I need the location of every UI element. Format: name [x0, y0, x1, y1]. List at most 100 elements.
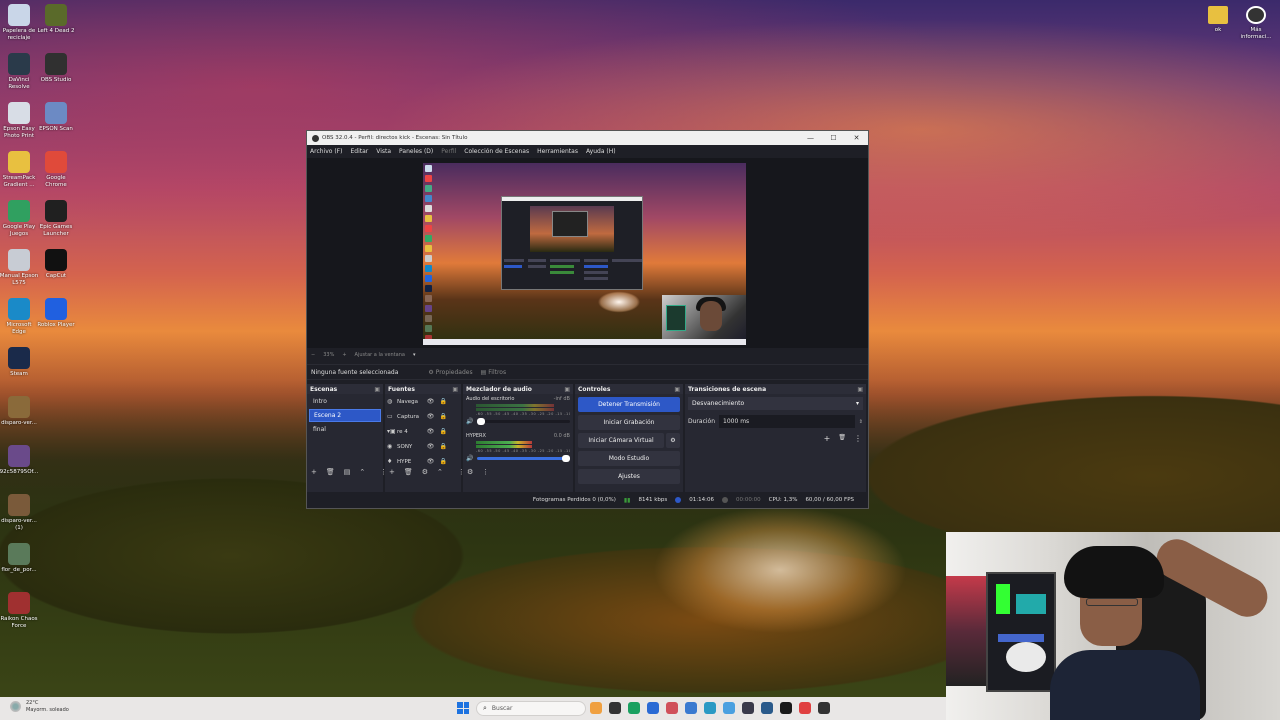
filters-button[interactable]: ▤ Filtros — [481, 369, 507, 376]
desktop-icon[interactable]: Roblox Player — [36, 298, 76, 329]
source-properties-icon[interactable]: ⚙ — [422, 468, 428, 476]
speaker-icon[interactable]: 🔊 — [466, 418, 474, 425]
add-transition-icon[interactable]: + — [824, 434, 831, 443]
dock-menu-icon[interactable]: ▣ — [452, 386, 458, 393]
dock-menu-icon[interactable]: ▣ — [857, 386, 863, 393]
taskbar-app-icon[interactable] — [628, 702, 640, 714]
settings-button[interactable]: Ajustes — [578, 469, 680, 484]
menu-item[interactable]: Paneles (D) — [399, 148, 433, 155]
virtual-camera-settings-icon[interactable]: ⚙ — [666, 433, 680, 448]
desktop-icon[interactable]: EPSON Scan — [36, 102, 76, 133]
eye-icon[interactable]: 👁 — [425, 458, 436, 465]
menu-item[interactable]: Archivo (F) — [310, 148, 342, 155]
source-item[interactable]: ◉ SONY 👁 🔒 — [385, 439, 461, 454]
obs-titlebar[interactable]: OBS 32.0.4 - Perfil: directos kick - Esc… — [307, 131, 868, 145]
scene-item[interactable]: final — [309, 423, 381, 436]
studio-mode-button[interactable]: Modo Estudio — [578, 451, 680, 466]
taskbar-app-icon[interactable] — [818, 702, 830, 714]
menu-item[interactable]: Editar — [350, 148, 368, 155]
remove-transition-icon[interactable]: 🗑 — [838, 434, 846, 443]
desktop-icon[interactable]: Left 4 Dead 2 — [36, 4, 76, 35]
menu-item[interactable]: Ayuda (H) — [586, 148, 616, 155]
desktop-icon[interactable]: StreamPack Gradient ... — [0, 151, 39, 188]
lock-icon[interactable]: 🔒 — [438, 398, 449, 405]
eye-icon[interactable]: 👁 — [425, 398, 436, 405]
move-up-icon[interactable]: ⌃ — [359, 468, 365, 476]
menu-item[interactable]: Vista — [376, 148, 391, 155]
taskbar-app-icon[interactable] — [590, 702, 602, 714]
desktop-icon[interactable]: CapCut — [36, 249, 76, 280]
desktop-icon[interactable]: Manual Epson L575 — [0, 249, 39, 286]
taskbar-app-icon[interactable] — [780, 702, 792, 714]
source-item[interactable]: ◍ Navega 👁 🔒 — [385, 394, 461, 409]
desktop-icon[interactable]: disparo-ver... (1) — [0, 494, 39, 531]
transition-select[interactable]: Desvanecimiento ▾ — [688, 397, 863, 410]
desktop-icon[interactable]: OBS Studio — [36, 53, 76, 84]
volume-knob[interactable] — [562, 455, 570, 462]
volume-slider[interactable] — [477, 418, 570, 425]
start-recording-button[interactable]: Iniciar Grabación — [578, 415, 680, 430]
taskbar-app-icon[interactable] — [685, 702, 697, 714]
desktop-icon[interactable]: Microsoft Edge — [0, 298, 39, 335]
desktop-icon[interactable]: Google Play Juegos — [0, 200, 39, 237]
taskbar-app-icon[interactable] — [647, 702, 659, 714]
dock-menu-icon[interactable]: ▣ — [374, 386, 380, 393]
start-button-icon[interactable] — [457, 702, 469, 714]
fit-window-button[interactable]: Ajustar a la ventana — [355, 352, 405, 358]
source-item[interactable]: ▾▣ re 4 👁 🔒 — [385, 424, 461, 439]
taskbar-app-icon[interactable] — [799, 702, 811, 714]
menu-item[interactable]: Herramientas — [537, 148, 578, 155]
menu-item[interactable]: Colección de Escenas — [464, 148, 529, 155]
desktop-icon[interactable]: Google Chrome — [36, 151, 76, 188]
properties-button[interactable]: ⚙ Propiedades — [428, 369, 472, 376]
desktop-icon[interactable]: Raikon Chaos Force — [0, 592, 39, 629]
desktop-icon[interactable]: Epic Games Launcher — [36, 200, 76, 237]
scene-item[interactable]: Escena 2 — [309, 409, 381, 422]
duration-input[interactable]: 1000 ms — [719, 415, 855, 428]
menu-item[interactable]: Perfil — [441, 148, 456, 155]
desktop-icon[interactable]: Steam — [0, 347, 39, 378]
close-button[interactable]: ✕ — [845, 134, 868, 142]
move-up-icon[interactable]: ⌃ — [437, 468, 443, 476]
virtual-camera-button[interactable]: Iniciar Cámara Virtual — [578, 433, 664, 448]
eye-icon[interactable]: 👁 — [425, 428, 436, 435]
stop-stream-button[interactable]: Detener Transmisión — [578, 397, 680, 412]
maximize-button[interactable]: ☐ — [822, 134, 845, 142]
eye-icon[interactable]: 👁 — [425, 413, 436, 420]
taskbar-app-icon[interactable] — [723, 702, 735, 714]
desktop-icon[interactable]: disparo-ver... — [0, 396, 39, 427]
desktop-icon[interactable]: 92c58795Of... — [0, 445, 39, 476]
weather-widget[interactable]: 22°C Mayorm. soleado — [10, 700, 69, 714]
source-item[interactable]: ▭ Captura 👁 🔒 — [385, 409, 461, 424]
taskbar-app-icon[interactable] — [666, 702, 678, 714]
desktop-icon[interactable]: flor_de_por... — [0, 543, 39, 574]
lock-icon[interactable]: 🔒 — [438, 413, 449, 420]
desktop-icon[interactable]: ok — [1198, 6, 1238, 34]
desktop-icon[interactable]: Epson Easy Photo Print — [0, 102, 39, 139]
taskbar-app-icon[interactable] — [761, 702, 773, 714]
minimize-button[interactable]: — — [799, 134, 822, 142]
stream-preview[interactable] — [423, 163, 746, 345]
scene-item[interactable]: Intro — [309, 395, 381, 408]
desktop-icon[interactable]: Papelera de reciclaje — [0, 4, 39, 41]
zoom-dropdown-icon[interactable]: ▾ — [413, 352, 416, 358]
remove-scene-icon[interactable]: 🗑 — [326, 468, 335, 476]
duration-stepper-icon[interactable]: ⇕ — [859, 419, 863, 425]
speaker-icon[interactable]: 🔊 — [466, 455, 474, 462]
dock-menu-icon[interactable]: ▣ — [564, 386, 570, 393]
lock-icon[interactable]: 🔒 — [438, 428, 449, 435]
eye-icon[interactable]: 👁 — [425, 443, 436, 450]
taskbar-app-icon[interactable] — [742, 702, 754, 714]
more-options-icon[interactable]: ⋮ — [482, 468, 489, 476]
desktop-icon[interactable]: Más informaci... — [1236, 6, 1276, 40]
remove-source-icon[interactable]: 🗑 — [404, 468, 413, 476]
desktop-icon[interactable]: DaVinci Resolve — [0, 53, 39, 90]
dock-menu-icon[interactable]: ▣ — [674, 386, 680, 393]
advanced-audio-icon[interactable]: ⚙ — [467, 468, 473, 476]
taskbar-search[interactable]: ⌕ Buscar — [476, 701, 586, 716]
add-source-icon[interactable]: + — [389, 468, 395, 476]
volume-knob[interactable] — [477, 418, 485, 425]
scene-filters-icon[interactable]: ▤ — [344, 468, 351, 476]
lock-icon[interactable]: 🔒 — [438, 458, 449, 465]
lock-icon[interactable]: 🔒 — [438, 443, 449, 450]
